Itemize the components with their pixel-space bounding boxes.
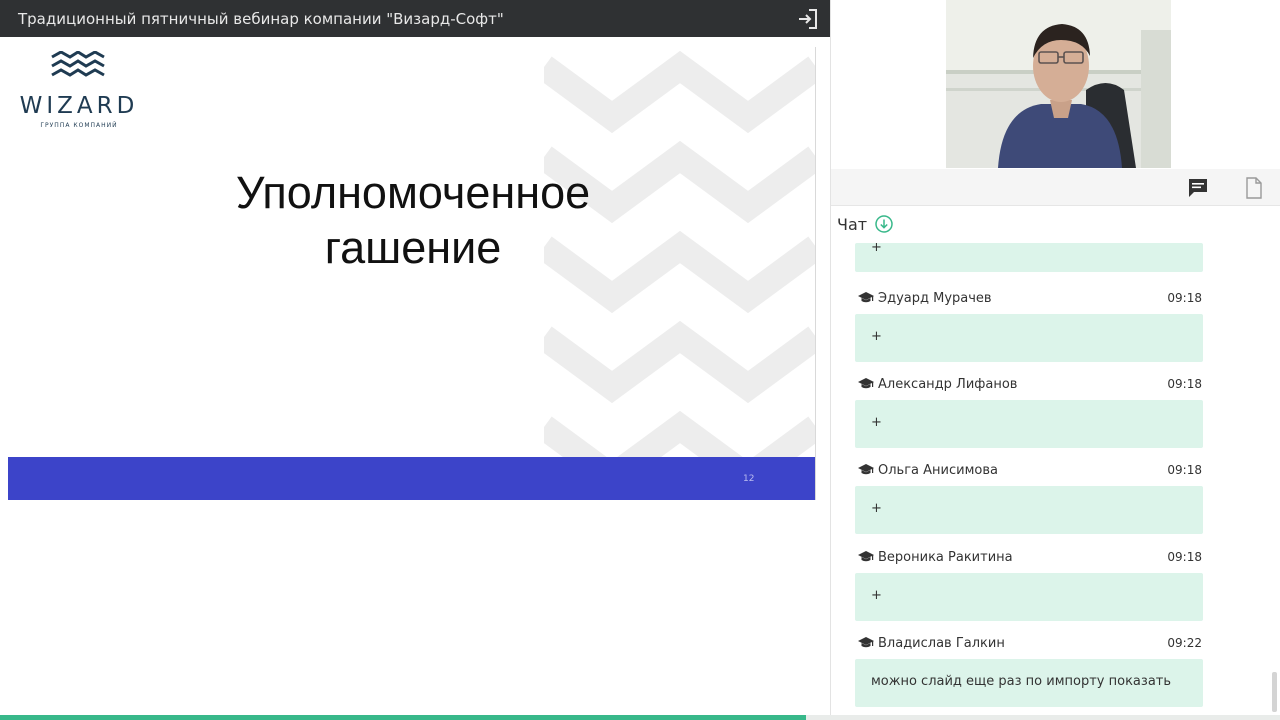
logo-wordmark: WIZARD: [19, 93, 139, 119]
chat-message-bubble: +: [855, 486, 1203, 534]
chat-message-bubble: +: [855, 400, 1203, 448]
scroll-down-button[interactable]: [875, 215, 893, 233]
slide-footer-bar: 12: [8, 457, 815, 500]
slide-title: Уполномоченное гашение: [118, 165, 708, 275]
webinar-progress-bar: [0, 715, 1280, 720]
chat-time: 09:18: [1167, 291, 1202, 305]
chat-icon: [1189, 179, 1207, 197]
chat-message-bubble: +: [855, 573, 1203, 621]
chat-time: 09:18: [1167, 550, 1202, 564]
chat-message-text: +: [871, 501, 882, 516]
chat-message-header: Ольга Анисимова 09:18: [855, 462, 1203, 482]
graduation-cap-icon: [858, 464, 874, 475]
chat-message: Ольга Анисимова 09:18 +: [855, 462, 1203, 534]
wizard-logo-icon: [51, 51, 105, 77]
exit-button[interactable]: [786, 0, 830, 37]
side-panel: Чат + Эдуард Мурачев 09:18 + Александр Л…: [830, 0, 1280, 720]
slide-title-line-1: Уполномоченное: [235, 167, 591, 218]
document-icon: [1246, 177, 1262, 199]
chat-author: Эдуард Мурачев: [878, 291, 992, 306]
chat-time: 09:22: [1167, 636, 1202, 650]
graduation-cap-icon: [858, 551, 874, 562]
chat-message: Вероника Ракитина 09:18 +: [855, 549, 1203, 621]
panel-tabs: [831, 169, 1280, 206]
chat-message-text: +: [871, 329, 882, 344]
chat-message: Владислав Галкин 09:22 можно слайд еще р…: [855, 635, 1203, 707]
chat-message-bubble: +: [855, 314, 1203, 362]
chat-scrollbar[interactable]: [1272, 672, 1277, 712]
tab-files[interactable]: [1242, 176, 1266, 200]
chat-header: Чат: [837, 213, 893, 235]
chat-message: Александр Лифанов 09:18 +: [855, 376, 1203, 448]
chat-message-bubble-partial: +: [855, 243, 1203, 272]
chat-author: Владислав Галкин: [878, 636, 1005, 651]
logo-subtitle: ГРУППА КОМПАНИЙ: [40, 122, 118, 129]
tab-chat[interactable]: [1186, 176, 1210, 200]
webinar-progress-fill: [0, 715, 807, 720]
chat-message: Эдуард Мурачев 09:18 +: [855, 290, 1203, 362]
chat-message-header: Вероника Ракитина 09:18: [855, 549, 1203, 569]
graduation-cap-icon: [858, 292, 874, 303]
chat-time: 09:18: [1167, 377, 1202, 391]
exit-icon: [799, 8, 817, 29]
arrow-down-circle-icon: [875, 215, 893, 233]
presenter-video[interactable]: [946, 0, 1171, 168]
chat-message-header: Александр Лифанов 09:18: [855, 376, 1203, 396]
chat-author: Александр Лифанов: [878, 377, 1018, 392]
slide-title-line-2: гашение: [324, 222, 502, 273]
presenter-video-frame: [946, 0, 1171, 168]
chat-message-header: Владислав Галкин 09:22: [855, 635, 1203, 655]
wizard-logo: WIZARD ГРУППА КОМПАНИЙ: [12, 51, 146, 131]
webinar-title: Традиционный пятничный вебинар компании …: [18, 9, 504, 28]
chat-author: Вероника Ракитина: [878, 550, 1013, 565]
chat-message-text: +: [871, 588, 882, 603]
chat-author: Ольга Анисимова: [878, 463, 998, 478]
presentation-slide: WIZARD ГРУППА КОМПАНИЙ Уполномоченное га…: [8, 47, 816, 500]
chat-messages[interactable]: + Эдуард Мурачев 09:18 + Александр Лифан…: [831, 243, 1271, 713]
webinar-screen: Традиционный пятничный вебинар компании …: [0, 0, 1280, 720]
chat-message-bubble: можно слайд еще раз по импорту показать: [855, 659, 1203, 707]
slide-number: 12: [743, 474, 755, 484]
chat-message-header: Эдуард Мурачев 09:18: [855, 290, 1203, 310]
chat-message-text: +: [871, 243, 882, 255]
graduation-cap-icon: [858, 378, 874, 389]
chat-message-text: можно слайд еще раз по импорту показать: [871, 674, 1172, 689]
graduation-cap-icon: [858, 637, 874, 648]
chat-message-text: +: [871, 415, 882, 430]
top-bar: Традиционный пятничный вебинар компании …: [0, 0, 830, 37]
chat-title: Чат: [837, 214, 868, 234]
chat-time: 09:18: [1167, 463, 1202, 477]
